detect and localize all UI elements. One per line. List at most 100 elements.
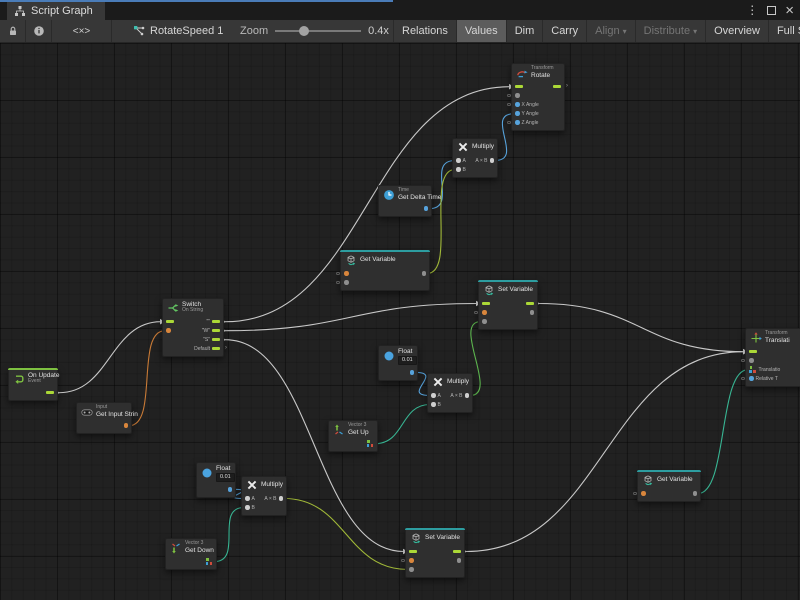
value-port[interactable]	[124, 423, 129, 428]
value-port[interactable]	[228, 487, 233, 492]
flow-port[interactable]	[749, 350, 757, 354]
value-port[interactable]	[749, 358, 754, 363]
node-float-top[interactable]: Float0.01	[378, 345, 418, 381]
flow-port[interactable]	[46, 391, 54, 395]
value-port[interactable]	[530, 310, 535, 315]
value-port[interactable]	[166, 328, 171, 333]
node-set-variable-mid[interactable]: Set Variable	[478, 280, 538, 330]
node-body: TranslatioRelative T	[746, 345, 800, 386]
node-get-variable-bottom[interactable]: Get Variable	[637, 470, 701, 502]
value-port[interactable]	[245, 496, 250, 501]
code-preview-button[interactable]: <×>	[52, 20, 112, 42]
vector3-port[interactable]	[749, 366, 757, 373]
node-get-delta-time[interactable]: TimeGet Delta Time	[378, 185, 432, 217]
flow-port[interactable]	[453, 550, 461, 554]
zoom-slider[interactable]	[275, 30, 361, 32]
toolbar-button-distribute[interactable]: Distribute▾	[635, 20, 705, 42]
value-port[interactable]	[457, 558, 462, 563]
toolbar-button-overview[interactable]: Overview	[705, 20, 768, 42]
flow-port[interactable]	[166, 320, 174, 324]
value-port[interactable]	[482, 319, 487, 324]
value-port[interactable]	[456, 158, 461, 163]
node-multiply-bottom[interactable]: MultiplyAA × BB	[241, 476, 287, 516]
node-rotate[interactable]: TransformRotate›X AngleY AngleZ Angle	[511, 63, 565, 131]
close-icon[interactable]: ×	[785, 3, 794, 18]
flow-port[interactable]	[212, 347, 220, 351]
maximize-icon[interactable]	[767, 6, 776, 15]
toolbar-button-relations[interactable]: Relations	[393, 20, 456, 42]
value-port[interactable]	[482, 310, 487, 315]
value-port[interactable]	[456, 167, 461, 172]
menu-dots-icon[interactable]: ⋮	[746, 4, 758, 16]
script-graph-window: Script Graph ⋮ × <×>	[0, 0, 800, 600]
value-port[interactable]	[424, 206, 429, 211]
flow-port[interactable]	[526, 302, 534, 306]
value-port[interactable]	[344, 280, 349, 285]
value-port[interactable]	[431, 402, 436, 407]
tab-script-graph[interactable]: Script Graph	[7, 2, 105, 20]
node-header: TransformTranslati	[746, 329, 800, 345]
node-get-down[interactable]: Vector 3Get Down	[165, 538, 217, 570]
variable-icon	[345, 254, 357, 266]
wire	[466, 352, 744, 552]
port-label: B	[463, 167, 466, 173]
port-row: ›	[515, 82, 561, 91]
value-port[interactable]	[245, 505, 250, 510]
flow-port[interactable]	[212, 320, 220, 324]
breadcrumb[interactable]: RotateSpeed 1	[133, 20, 223, 42]
inline-value-field[interactable]: 0.01	[216, 473, 235, 481]
value-port[interactable]	[515, 102, 520, 107]
flow-port[interactable]	[409, 550, 417, 554]
chevron-down-icon: ▾	[623, 27, 627, 36]
toolbar-button-values[interactable]: Values	[456, 20, 506, 42]
float-icon	[201, 467, 213, 479]
node-body: ›X AngleY AngleZ Angle	[512, 80, 564, 130]
node-on-update[interactable]: On UpdateEvent	[8, 368, 58, 401]
value-port[interactable]	[465, 393, 470, 398]
graph-canvas[interactable]: On UpdateEvent InputGet Input Strin Switch…	[0, 43, 800, 600]
node-get-up[interactable]: Vector 3Get Up	[328, 420, 378, 452]
node-set-variable-bottom[interactable]: Set Variable	[405, 528, 465, 578]
value-port[interactable]	[490, 158, 495, 163]
value-port[interactable]	[431, 393, 436, 398]
port-row	[482, 308, 534, 317]
toolbar-button-align[interactable]: Align▾	[586, 20, 634, 42]
value-port[interactable]	[515, 93, 520, 98]
toolbar-button-dim[interactable]: Dim	[506, 20, 543, 42]
value-port[interactable]	[344, 271, 349, 276]
vector3-port[interactable]	[206, 558, 214, 565]
unconnected-port-ring	[507, 94, 511, 98]
flow-port[interactable]	[482, 302, 490, 306]
lock-button[interactable]	[0, 20, 26, 42]
value-port[interactable]	[515, 111, 520, 116]
node-switch[interactable]: SwitchOn String"""W""S"Default›	[162, 298, 224, 357]
info-button[interactable]	[26, 20, 52, 42]
toolbar-button-carry[interactable]: Carry	[542, 20, 586, 42]
vector3-port[interactable]	[367, 440, 375, 447]
flow-port[interactable]	[212, 329, 220, 333]
value-port[interactable]	[641, 491, 646, 496]
value-port[interactable]	[409, 558, 414, 563]
zoom-slider-knob[interactable]	[299, 26, 309, 36]
node-float-bottom[interactable]: Float0.01	[196, 462, 236, 498]
value-port[interactable]	[693, 491, 698, 496]
toolbar-button-label: Values	[465, 25, 498, 37]
value-port[interactable]	[749, 376, 754, 381]
node-get-input[interactable]: InputGet Input Strin	[76, 402, 132, 434]
toolbar-button-full-scre[interactable]: Full Scre	[768, 20, 800, 42]
inline-value-field[interactable]: 0.01	[398, 356, 417, 364]
graph-name: RotateSpeed 1	[150, 25, 223, 37]
node-get-variable-top[interactable]: Get Variable	[340, 250, 430, 291]
node-titles: SwitchOn String	[182, 301, 203, 314]
value-port[interactable]	[409, 567, 414, 572]
flow-port[interactable]	[515, 85, 523, 89]
flow-port[interactable]	[553, 85, 561, 89]
node-multiply-mid[interactable]: MultiplyAA × BB	[427, 373, 473, 413]
value-port[interactable]	[279, 496, 284, 501]
node-multiply-top[interactable]: MultiplyAA × BB	[452, 138, 498, 178]
value-port[interactable]	[422, 271, 427, 276]
node-translate[interactable]: TransformTranslatiTranslatioRelative T	[745, 328, 800, 387]
value-port[interactable]	[515, 120, 520, 125]
flow-port[interactable]	[212, 338, 220, 342]
value-port[interactable]	[410, 370, 415, 375]
